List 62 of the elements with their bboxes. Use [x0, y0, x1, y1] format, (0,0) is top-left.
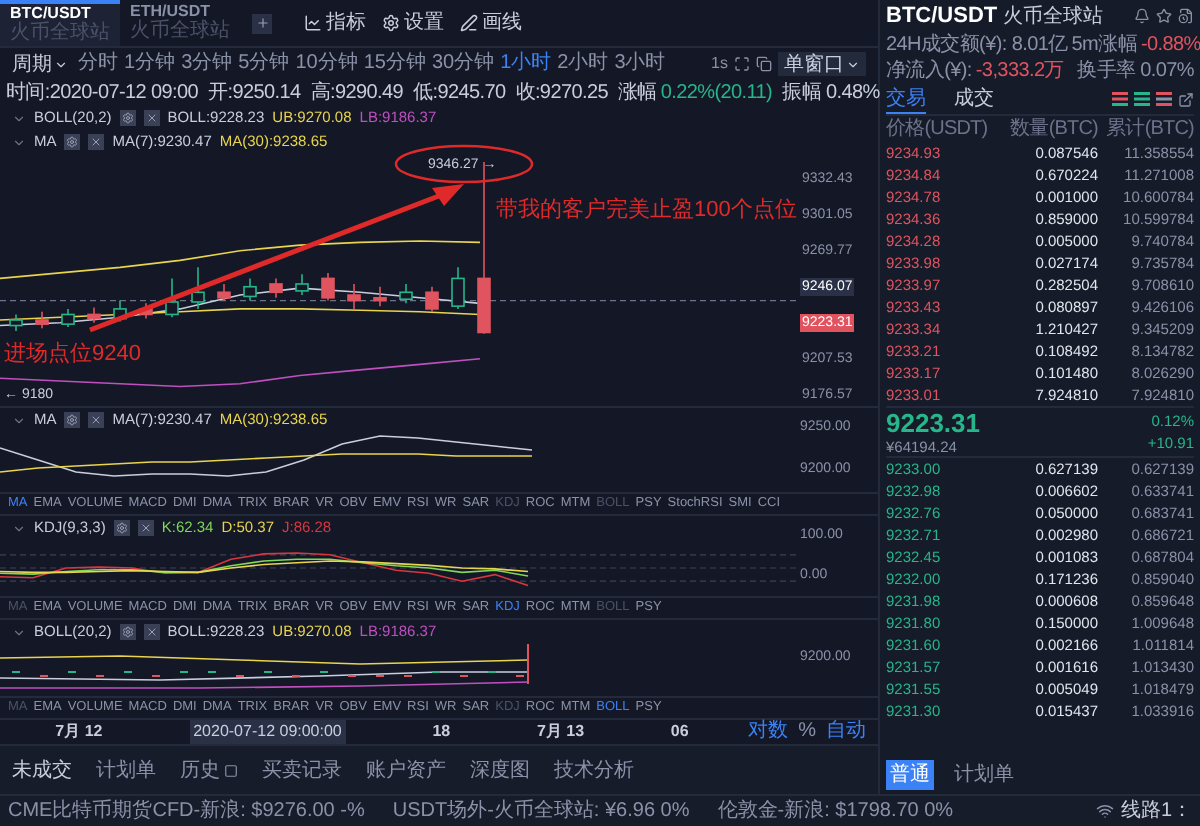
time-axis-label: 7月 12 [55, 720, 103, 744]
change-label: 5m涨幅 [1069, 31, 1137, 59]
tool-button[interactable]: 指标 [304, 8, 366, 38]
scale-option[interactable]: % [798, 722, 816, 742]
change-label: 涨幅 [617, 79, 657, 108]
ohlc-value: 低:9245.70 [413, 80, 506, 108]
period-tab[interactable]: 3分钟 [181, 54, 233, 74]
order-type-tab[interactable]: 计划单 [950, 760, 1018, 790]
time-axis-label: 18 [432, 720, 451, 744]
period-tab[interactable]: 15分钟 [363, 54, 426, 74]
tool-button[interactable]: 设置 [382, 8, 444, 38]
column-header: 数量(BTC) [1008, 116, 1098, 144]
ticker-text: CME比特币期货CFD-新浪: $9276.00 -% [8, 797, 365, 826]
annotation-text: 带我的客户完美止盈100个点位 [496, 195, 797, 226]
book-tab[interactable]: 成交 [954, 84, 994, 114]
volume-label: 24H成交额(¥): 8.01亿 [886, 31, 1068, 59]
annotation-text: 进场点位9240 [4, 339, 141, 370]
ohlc-value: 收:9270.25 [515, 80, 608, 108]
inflow-value: -3,333.2万 [975, 58, 1064, 86]
period-tab[interactable]: 1分钟 [124, 54, 176, 74]
ticker-text: USDT场外-火币全球站: ¥6.96 0% [392, 797, 690, 826]
time-axis-label: 7月 13 [536, 720, 585, 744]
ohlc-value: 高:9290.49 [310, 79, 404, 108]
pair-tab[interactable]: ETH/USDT 火币全球站 [120, 0, 240, 46]
bottom-tab[interactable]: 深度图 [470, 755, 530, 785]
column-header: 累计(BTC) [1104, 115, 1194, 144]
change-value: 0.22%(20.11) [660, 80, 773, 108]
book-tab[interactable]: 交易 [886, 84, 926, 114]
period-tab[interactable]: 30分钟 [431, 54, 495, 74]
time-axis-label: 06 [670, 720, 689, 744]
pair-title: BTC/USDT [886, 1, 998, 32]
time-cursor-label: 2020-07-12 09:00:00 [189, 720, 346, 744]
ohlc-value: 开:9250.14 [208, 80, 301, 108]
interval-label: 1s [711, 52, 728, 76]
order-type-tab[interactable]: 普通 [886, 760, 934, 790]
turnover-label: 换手率 0.07% [1077, 57, 1194, 86]
period-tab[interactable]: 5分钟 [238, 54, 290, 74]
period-tab[interactable]: 分时 [78, 54, 118, 74]
scale-option[interactable]: 自动 [826, 722, 866, 742]
bottom-tab[interactable]: 历史 [180, 755, 220, 785]
period-tab[interactable]: 1小时 [500, 54, 552, 74]
scale-option[interactable]: 对数 [748, 722, 789, 742]
ticker-text: 伦敦金-新浪: $1798.70 0% [717, 797, 954, 826]
column-header: 价格(USDT) [886, 115, 990, 144]
period-tab[interactable]: 10分钟 [295, 54, 358, 74]
period-tab[interactable]: 3小时 [614, 54, 666, 74]
connection-label: 线路1： [1120, 797, 1192, 826]
bottom-tab[interactable]: 账户资产 [366, 755, 446, 785]
bottom-tab[interactable]: 未成交 [12, 755, 72, 785]
window-mode-dropdown[interactable]: 单窗口 [778, 52, 866, 76]
inflow-label: 净流入(¥): [886, 57, 972, 86]
amplitude-value: 振幅 0.48% [782, 80, 880, 108]
bottom-tab[interactable]: 技术分析 [554, 755, 634, 785]
exchange-name: 火币全球站 [1003, 3, 1104, 31]
bottom-tab[interactable]: 买卖记录 [262, 755, 342, 785]
period-dropdown[interactable]: 周期 [12, 49, 68, 79]
period-tab[interactable]: 2小时 [557, 54, 609, 74]
change-value: -0.88% [1141, 32, 1200, 60]
tool-button[interactable]: 画线 [460, 8, 522, 38]
bottom-tab[interactable]: 计划单 [96, 755, 156, 785]
last-price: 9223.31 [886, 409, 980, 437]
ohlc-value: 时间:2020-07-12 09:00 [6, 79, 199, 108]
